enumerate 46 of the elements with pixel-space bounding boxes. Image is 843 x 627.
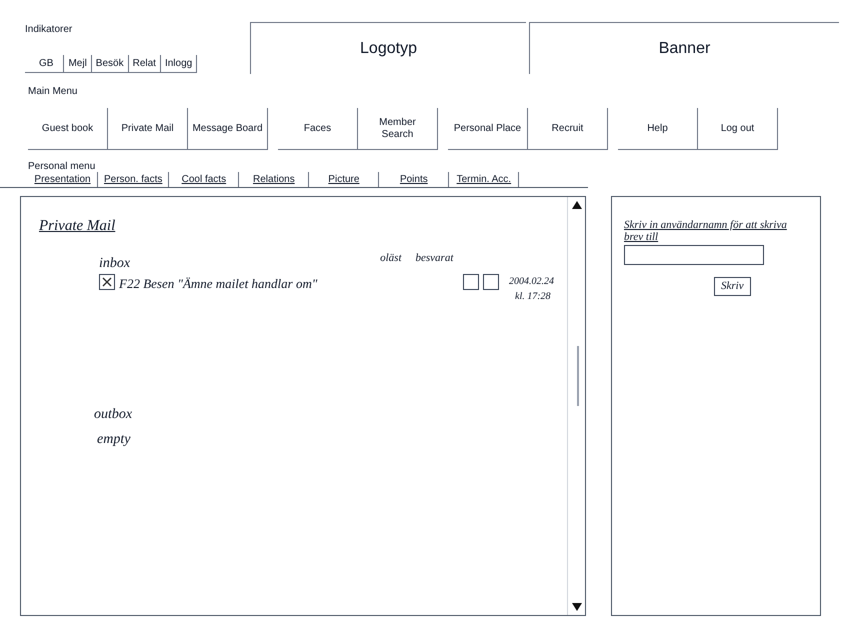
main-menu-button[interactable]: Personal Place (448, 108, 528, 150)
unread-checkbox[interactable] (463, 274, 479, 290)
personal-menu-link[interactable]: Picture (309, 172, 380, 187)
outbox-label: outbox (94, 406, 134, 424)
column-label: besvarat (416, 250, 454, 266)
username-field[interactable] (624, 245, 764, 265)
cross-icon (101, 276, 113, 288)
main-menu-button[interactable]: Recruit (528, 108, 608, 150)
indicator-button[interactable]: GB (25, 55, 64, 72)
personal-menu-link[interactable]: Person. facts (98, 172, 170, 187)
answered-checkbox[interactable] (483, 274, 499, 290)
indicator-button[interactable]: Inlogg (160, 55, 198, 72)
indicator-button[interactable]: Mejl (64, 55, 92, 72)
personal-menu-link[interactable]: Cool facts (169, 172, 240, 187)
message-date: 2004.02.24 (509, 275, 554, 289)
message-subject[interactable]: F22 Besen "Ämne mailet handlar om" (119, 274, 459, 294)
column-label: oläst (380, 250, 402, 266)
indicator-button[interactable]: Besök (92, 55, 129, 72)
personal-menu-link[interactable]: Presentation (28, 172, 98, 187)
scroll-thumb[interactable] (574, 346, 578, 406)
indicator-button[interactable]: Relat (128, 55, 161, 72)
main-menu-button[interactable]: Member Search (358, 108, 438, 150)
main-menu-button[interactable]: Guest book (28, 108, 108, 150)
write-button[interactable]: Skriv (714, 277, 751, 296)
outbox-status: empty (97, 431, 132, 449)
main-menu-button[interactable]: Message Board (188, 108, 268, 150)
main-menu-label: Main Menu (28, 86, 78, 97)
inbox-label: inbox (99, 255, 130, 273)
message-time: kl. 17:28 (515, 290, 552, 304)
logo-box: Logotyp (250, 22, 526, 74)
mail-title: Private Mail (39, 217, 116, 236)
personal-menu-link[interactable]: Termin. Acc. (449, 172, 520, 187)
main-menu-button[interactable]: Help (618, 108, 698, 150)
scroll-down-icon[interactable] (570, 601, 582, 613)
scrollbar[interactable] (567, 197, 585, 615)
personal-menu-label: Personal menu (28, 161, 96, 172)
scroll-up-icon[interactable] (570, 199, 582, 211)
write-instruction: Skriv in användarnamn för att skriva brev till (624, 219, 788, 243)
indicators-label: Indikatorer (25, 23, 74, 37)
main-menu-button[interactable]: Faces (278, 108, 358, 150)
banner-box: Banner (529, 22, 839, 74)
message-checkbox[interactable] (99, 274, 115, 290)
personal-menu-link[interactable]: Relations (239, 172, 310, 187)
personal-menu-link[interactable]: Points (379, 172, 450, 187)
main-menu-button[interactable]: Log out (698, 108, 778, 150)
main-menu-button[interactable]: Private Mail (108, 108, 188, 150)
